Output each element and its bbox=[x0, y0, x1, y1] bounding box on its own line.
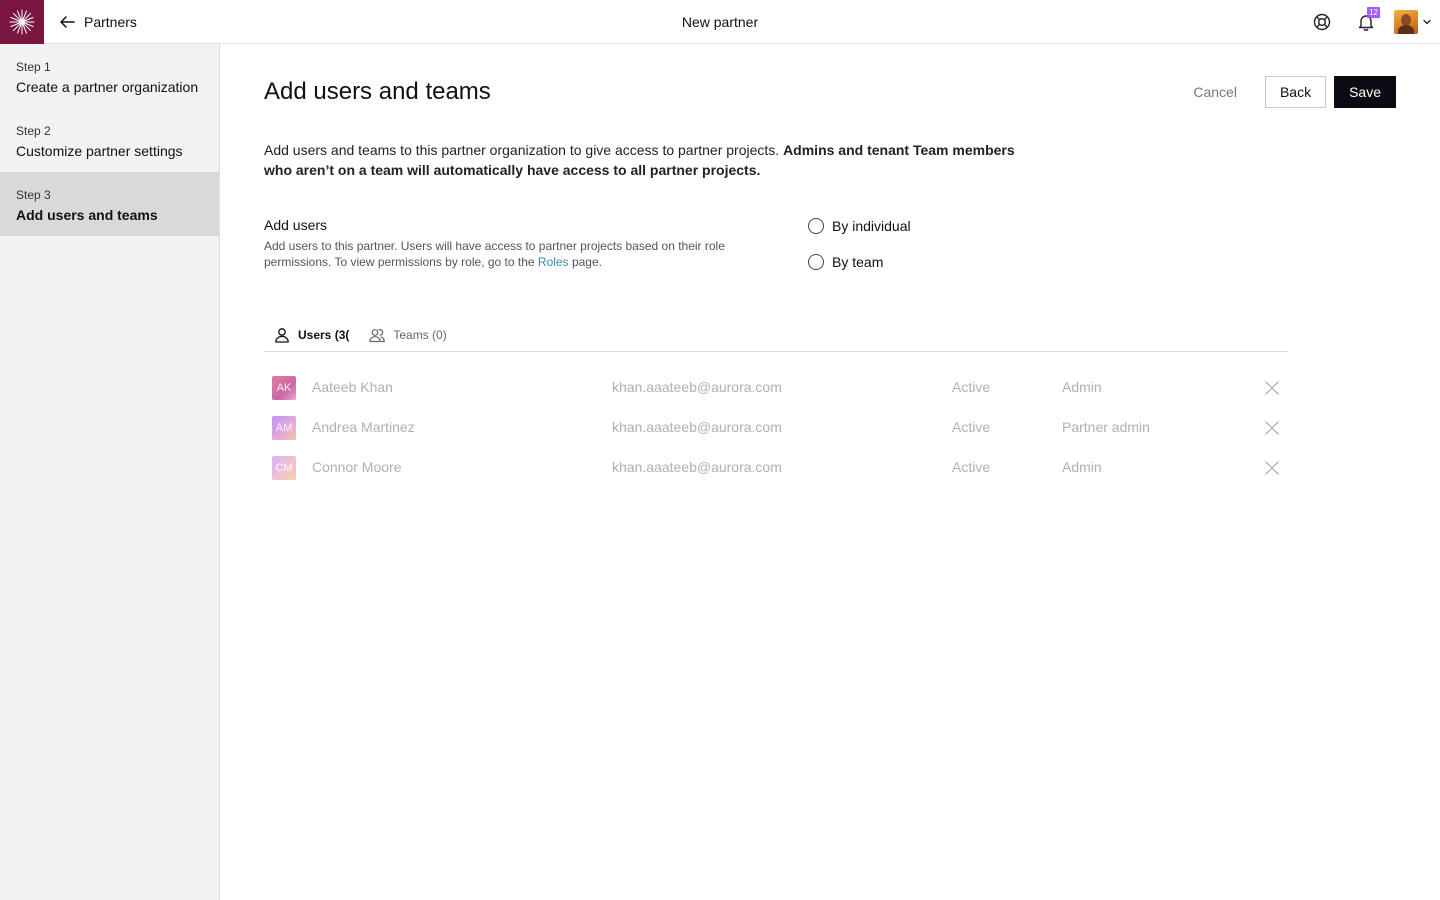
close-icon bbox=[1265, 461, 1279, 475]
notification-count-badge: 12 bbox=[1367, 7, 1380, 18]
tab-users[interactable]: Users (3( bbox=[264, 318, 359, 352]
user-name: Connor Moore bbox=[312, 459, 402, 475]
user-name: Andrea Martinez bbox=[312, 419, 415, 435]
add-users-desc-after: page. bbox=[571, 255, 602, 269]
user-email: khan.aaateeb@aurora.com bbox=[612, 459, 782, 475]
sidebar-step-3[interactable]: Step 3 Add users and teams bbox=[0, 172, 219, 236]
users-teams-tabs: Users (3( Teams (0) bbox=[264, 318, 1288, 352]
user-role: Partner admin bbox=[1062, 419, 1150, 435]
step-number: Step 1 bbox=[16, 60, 51, 74]
add-users-method-radio-group: By individual By team bbox=[808, 216, 911, 288]
add-users-title: Add users bbox=[264, 217, 328, 233]
avatar: AK bbox=[272, 376, 296, 400]
remove-user-button[interactable] bbox=[1264, 460, 1280, 476]
sidebar-step-1[interactable]: Step 1 Create a partner organization bbox=[0, 44, 219, 108]
remove-user-button[interactable] bbox=[1264, 420, 1280, 436]
user-icon bbox=[275, 328, 289, 343]
notifications-button[interactable]: 12 bbox=[1350, 6, 1382, 38]
sidebar-step-2[interactable]: Step 2 Customize partner settings bbox=[0, 108, 219, 172]
user-list: AK Aateeb Khan khan.aaateeb@aurora.com A… bbox=[264, 368, 1288, 488]
save-button[interactable]: Save bbox=[1334, 76, 1396, 108]
user-status: Active bbox=[952, 419, 991, 435]
page-title: Add users and teams bbox=[264, 78, 491, 105]
help-button[interactable] bbox=[1306, 6, 1338, 38]
roles-link[interactable]: Roles bbox=[538, 255, 569, 269]
add-users-desc-before: Add users to this partner. Users will ha… bbox=[264, 239, 725, 269]
team-icon bbox=[369, 329, 386, 343]
user-status: Active bbox=[952, 379, 991, 395]
chevron-down-icon bbox=[1423, 19, 1431, 25]
user-email: khan.aaateeb@aurora.com bbox=[612, 379, 782, 395]
user-email: khan.aaateeb@aurora.com bbox=[612, 419, 782, 435]
cancel-button[interactable]: Cancel bbox=[1179, 76, 1251, 108]
table-row: AM Andrea Martinez khan.aaateeb@aurora.c… bbox=[264, 408, 1288, 448]
header-actions: Cancel Back Save bbox=[1179, 76, 1396, 108]
tab-label: Users (3( bbox=[298, 328, 350, 342]
table-row: CM Connor Moore khan.aaateeb@aurora.com … bbox=[264, 448, 1288, 488]
intro-text: Add users and teams to this partner orga… bbox=[264, 140, 1034, 180]
radio-circle[interactable] bbox=[808, 254, 824, 270]
user-status: Active bbox=[952, 459, 991, 475]
page-header-title: New partner bbox=[681, 14, 759, 30]
user-role: Admin bbox=[1062, 459, 1102, 475]
remove-user-button[interactable] bbox=[1264, 380, 1280, 396]
radio-label: By team bbox=[832, 254, 884, 270]
tab-teams[interactable]: Teams (0) bbox=[359, 318, 456, 352]
avatar: CM bbox=[272, 456, 296, 480]
step-number: Step 2 bbox=[16, 124, 51, 138]
user-avatar bbox=[1394, 10, 1418, 34]
user-role: Admin bbox=[1062, 379, 1102, 395]
radio-label: By individual bbox=[832, 218, 911, 234]
close-icon bbox=[1265, 381, 1279, 395]
user-name: Aateeb Khan bbox=[312, 379, 393, 395]
step-title: Add users and teams bbox=[16, 207, 158, 223]
step-title: Customize partner settings bbox=[16, 143, 183, 159]
back-button[interactable]: Back bbox=[1264, 76, 1327, 108]
radio-by-individual[interactable]: By individual bbox=[808, 216, 911, 236]
tab-label: Teams (0) bbox=[393, 328, 447, 342]
lifebuoy-icon bbox=[1313, 13, 1331, 31]
avatar: AM bbox=[272, 416, 296, 440]
top-actions: 12 bbox=[1306, 6, 1432, 38]
intro-text-regular: Add users and teams to this partner orga… bbox=[264, 142, 780, 158]
top-bar: Partners New partner 12 bbox=[0, 0, 1440, 44]
table-row: AK Aateeb Khan khan.aaateeb@aurora.com A… bbox=[264, 368, 1288, 408]
radio-circle[interactable] bbox=[808, 218, 824, 234]
step-number: Step 3 bbox=[16, 188, 51, 202]
close-icon bbox=[1265, 421, 1279, 435]
step-title: Create a partner organization bbox=[16, 79, 199, 95]
add-users-description: Add users to this partner. Users will ha… bbox=[264, 238, 764, 270]
user-menu-button[interactable] bbox=[1394, 10, 1432, 34]
radio-by-team[interactable]: By team bbox=[808, 252, 911, 272]
steps-sidebar: Step 1 Create a partner organization Ste… bbox=[0, 44, 220, 900]
